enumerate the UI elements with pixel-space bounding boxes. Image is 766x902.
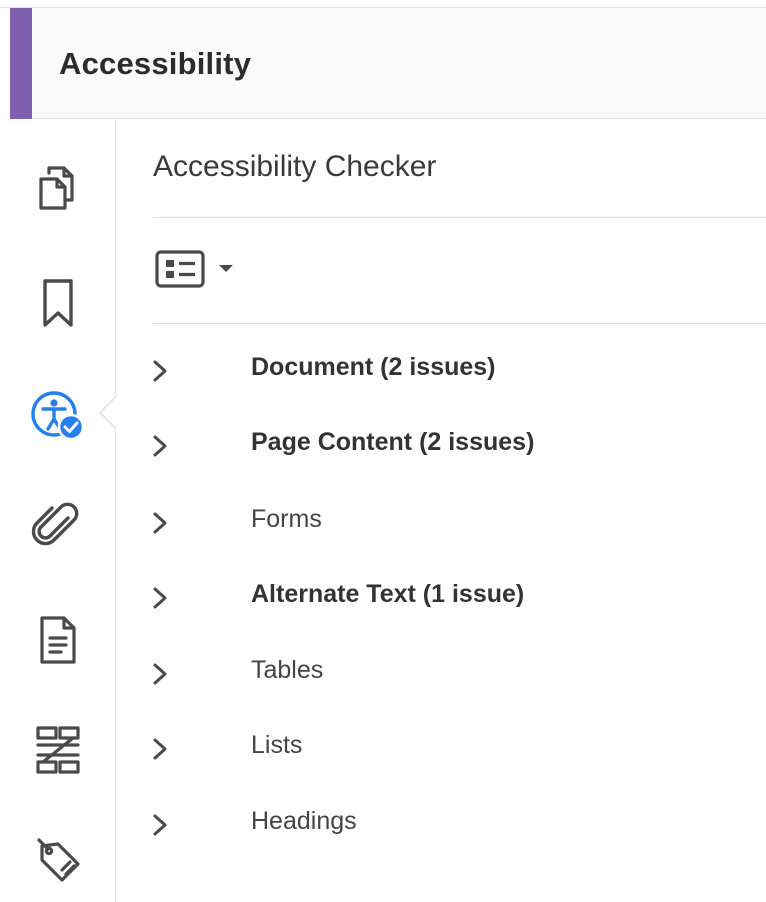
options-dropdown-button[interactable]: [154, 247, 240, 291]
tree-item[interactable]: Forms: [146, 497, 766, 547]
bookmark-icon[interactable]: [28, 273, 88, 333]
chevron-right-icon[interactable]: [146, 351, 174, 391]
tree-item-label: Alternate Text (1 issue): [251, 580, 525, 608]
pages-icon[interactable]: [28, 158, 88, 218]
chevron-right-icon[interactable]: [146, 578, 174, 618]
tree-item[interactable]: Document (2 issues): [146, 345, 766, 395]
tree-item-label: Page Content (2 issues): [251, 428, 535, 456]
document-icon[interactable]: [28, 610, 88, 670]
chevron-right-icon[interactable]: [146, 426, 174, 466]
chevron-right-icon[interactable]: [146, 503, 174, 543]
header-title: Accessibility: [59, 46, 252, 81]
chevron-right-icon[interactable]: [146, 654, 174, 694]
tree-item[interactable]: Headings: [146, 799, 766, 849]
divider: [153, 217, 766, 218]
panel-header: Accessibility: [32, 8, 766, 119]
accessibility-check-icon[interactable]: [28, 384, 88, 444]
tree-item[interactable]: Lists: [146, 723, 766, 773]
list-options-icon: [155, 250, 205, 288]
tree-item[interactable]: Tables: [146, 648, 766, 698]
caret-down-icon: [219, 265, 233, 272]
attachment-icon[interactable]: [28, 494, 88, 554]
tree-item[interactable]: Alternate Text (1 issue): [146, 572, 766, 622]
chevron-right-icon[interactable]: [146, 729, 174, 769]
tree-item[interactable]: Page Content (2 issues): [146, 420, 766, 470]
divider: [153, 323, 766, 324]
tree-item-label: Tables: [251, 656, 324, 684]
tree-item-label: Forms: [251, 505, 322, 533]
tree-item-label: Headings: [251, 807, 357, 835]
tree-item-label: Lists: [251, 731, 303, 759]
chevron-right-icon[interactable]: [146, 805, 174, 845]
accent-bar: [10, 8, 32, 119]
tags-icon[interactable]: [28, 830, 88, 890]
content-reorder-icon[interactable]: [28, 720, 88, 780]
tree-item-label: Document (2 issues): [251, 353, 496, 381]
panel-title: Accessibility Checker: [153, 150, 437, 183]
